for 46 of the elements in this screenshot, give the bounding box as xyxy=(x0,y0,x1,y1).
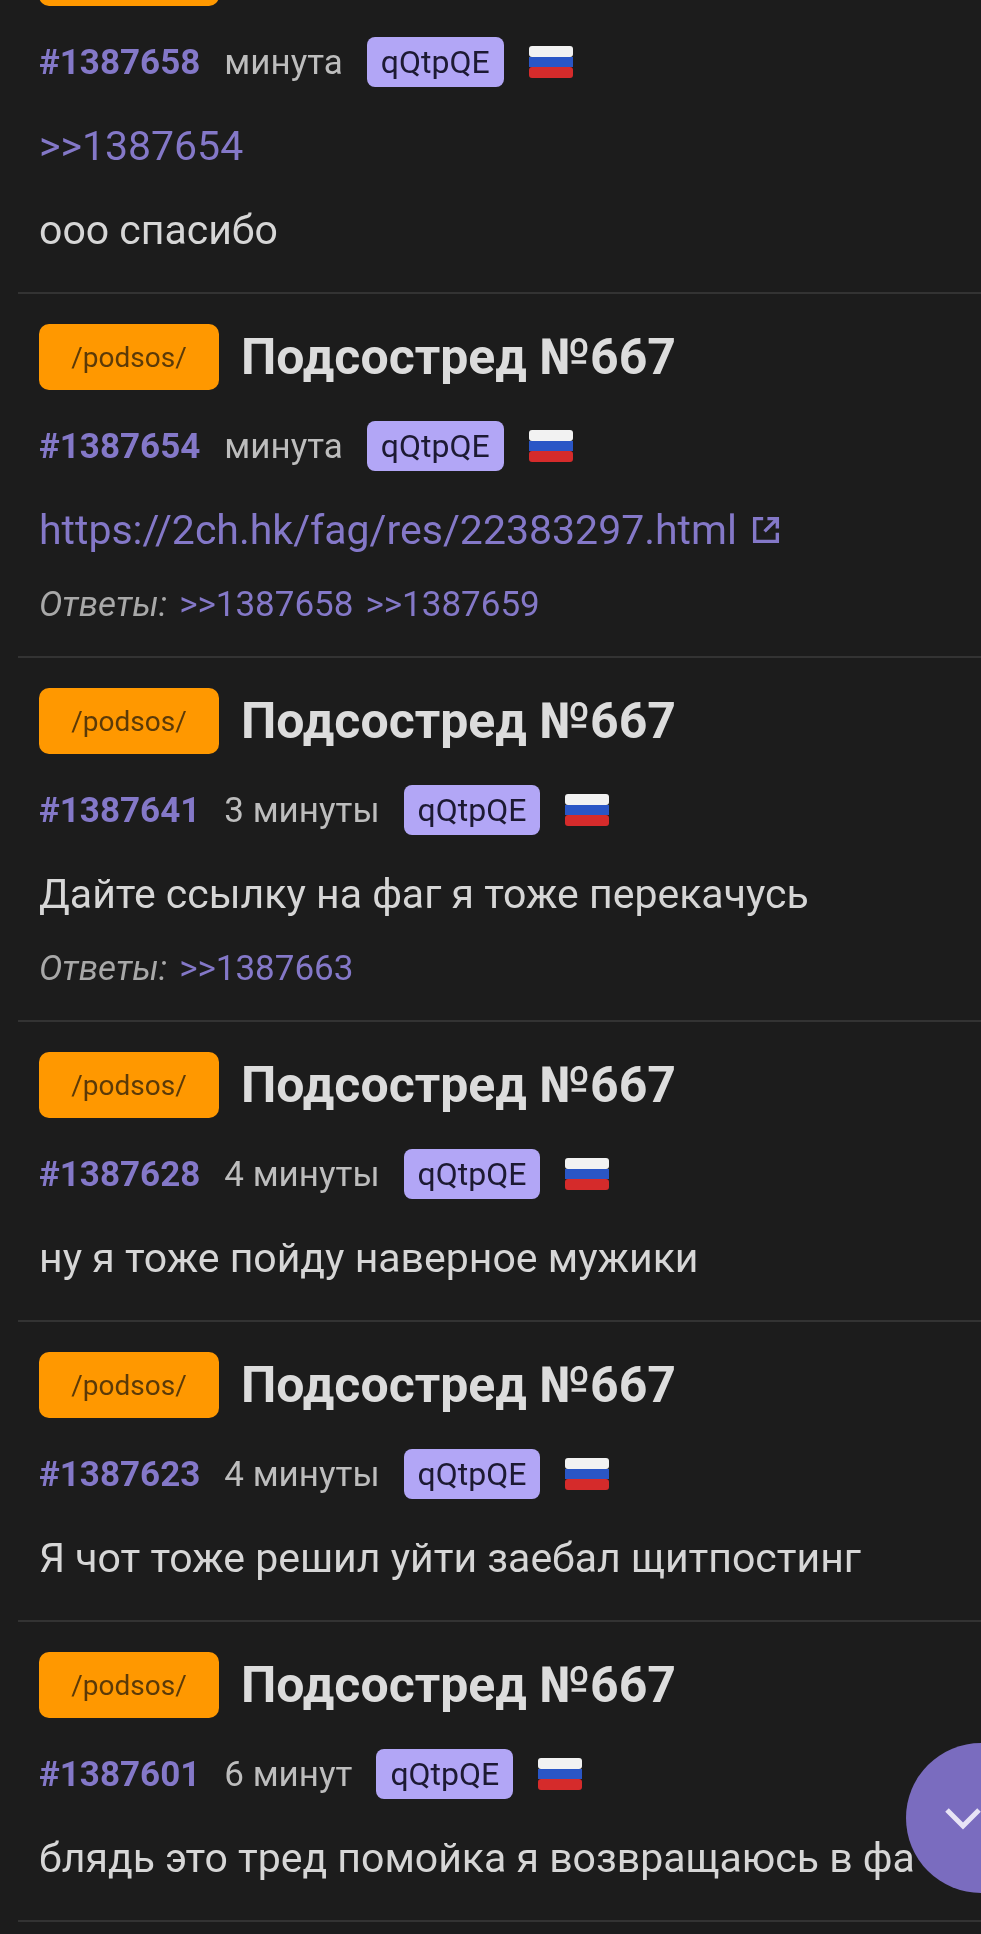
reply-link[interactable]: >>1387659 xyxy=(365,583,540,625)
russia-flag-icon xyxy=(527,429,574,463)
poster-id: qQtpQE xyxy=(403,1449,541,1499)
thread-title: Подсостред №667 xyxy=(241,328,677,386)
post-number[interactable]: #1387641 xyxy=(39,789,201,831)
post-text: блядь это тред помойка я возвращаюсь в фа xyxy=(39,1834,915,1882)
post-number[interactable]: #1387623 xyxy=(39,1453,201,1495)
poster-id: qQtpQE xyxy=(403,785,541,835)
post-text: Дайте ссылку на фаг я тоже перекачусь xyxy=(39,870,809,918)
post-text: ну я тоже пойду наверное мужики xyxy=(39,1234,699,1282)
poster-id: qQtpQE xyxy=(403,1149,541,1199)
russia-flag-icon xyxy=(564,793,611,827)
post-number[interactable]: #1387654 xyxy=(39,425,201,467)
board-badge[interactable]: /podsos/ xyxy=(39,1052,219,1118)
post-text: ооо спасибо xyxy=(39,206,278,254)
post-time: 4 минуты xyxy=(224,1153,380,1195)
replies-label: Ответы: xyxy=(39,583,168,625)
poster-id: qQtpQE xyxy=(366,421,504,471)
thread-title: Подсостред №667 xyxy=(241,1656,677,1714)
reply-link[interactable]: >>1387658 xyxy=(179,583,354,625)
post-time: минута xyxy=(224,41,343,83)
poster-id: qQtpQE xyxy=(376,1749,514,1799)
post-time: 3 минуты xyxy=(224,789,380,831)
post-number[interactable]: #1387628 xyxy=(39,1153,201,1195)
russia-flag-icon xyxy=(564,1457,611,1491)
board-badge[interactable]: /podsos/ xyxy=(39,688,219,754)
thread-title: Подсостред №667 xyxy=(241,1356,677,1414)
post-number[interactable]: #1387601 xyxy=(39,1753,201,1795)
post-text: Я чот тоже решил уйти заебал щитпостинг xyxy=(39,1534,862,1582)
poster-id: qQtpQE xyxy=(366,37,504,87)
url-link[interactable]: https://2ch.hk/fag/res/22383297.html xyxy=(39,506,737,554)
post-number[interactable]: #1387658 xyxy=(39,41,201,83)
post-time: минута xyxy=(224,425,343,467)
replies-label: Ответы: xyxy=(39,947,168,989)
reply-link[interactable]: >>1387663 xyxy=(179,947,354,989)
board-badge[interactable]: /podsos/ xyxy=(39,1652,219,1718)
post-time: 4 минуты xyxy=(224,1453,380,1495)
russia-flag-icon xyxy=(537,1757,584,1791)
board-badge[interactable]: /podsos/ xyxy=(39,1352,219,1418)
russia-flag-icon xyxy=(527,45,574,79)
thread-title: Подсостред №667 xyxy=(241,1056,677,1114)
thread-title: Подсостред №667 xyxy=(241,692,677,750)
board-badge[interactable]: /podsos/ xyxy=(39,324,219,390)
reply-link[interactable]: >>1387654 xyxy=(39,122,244,170)
post-time: 6 минут xyxy=(224,1753,353,1795)
russia-flag-icon xyxy=(564,1157,611,1191)
